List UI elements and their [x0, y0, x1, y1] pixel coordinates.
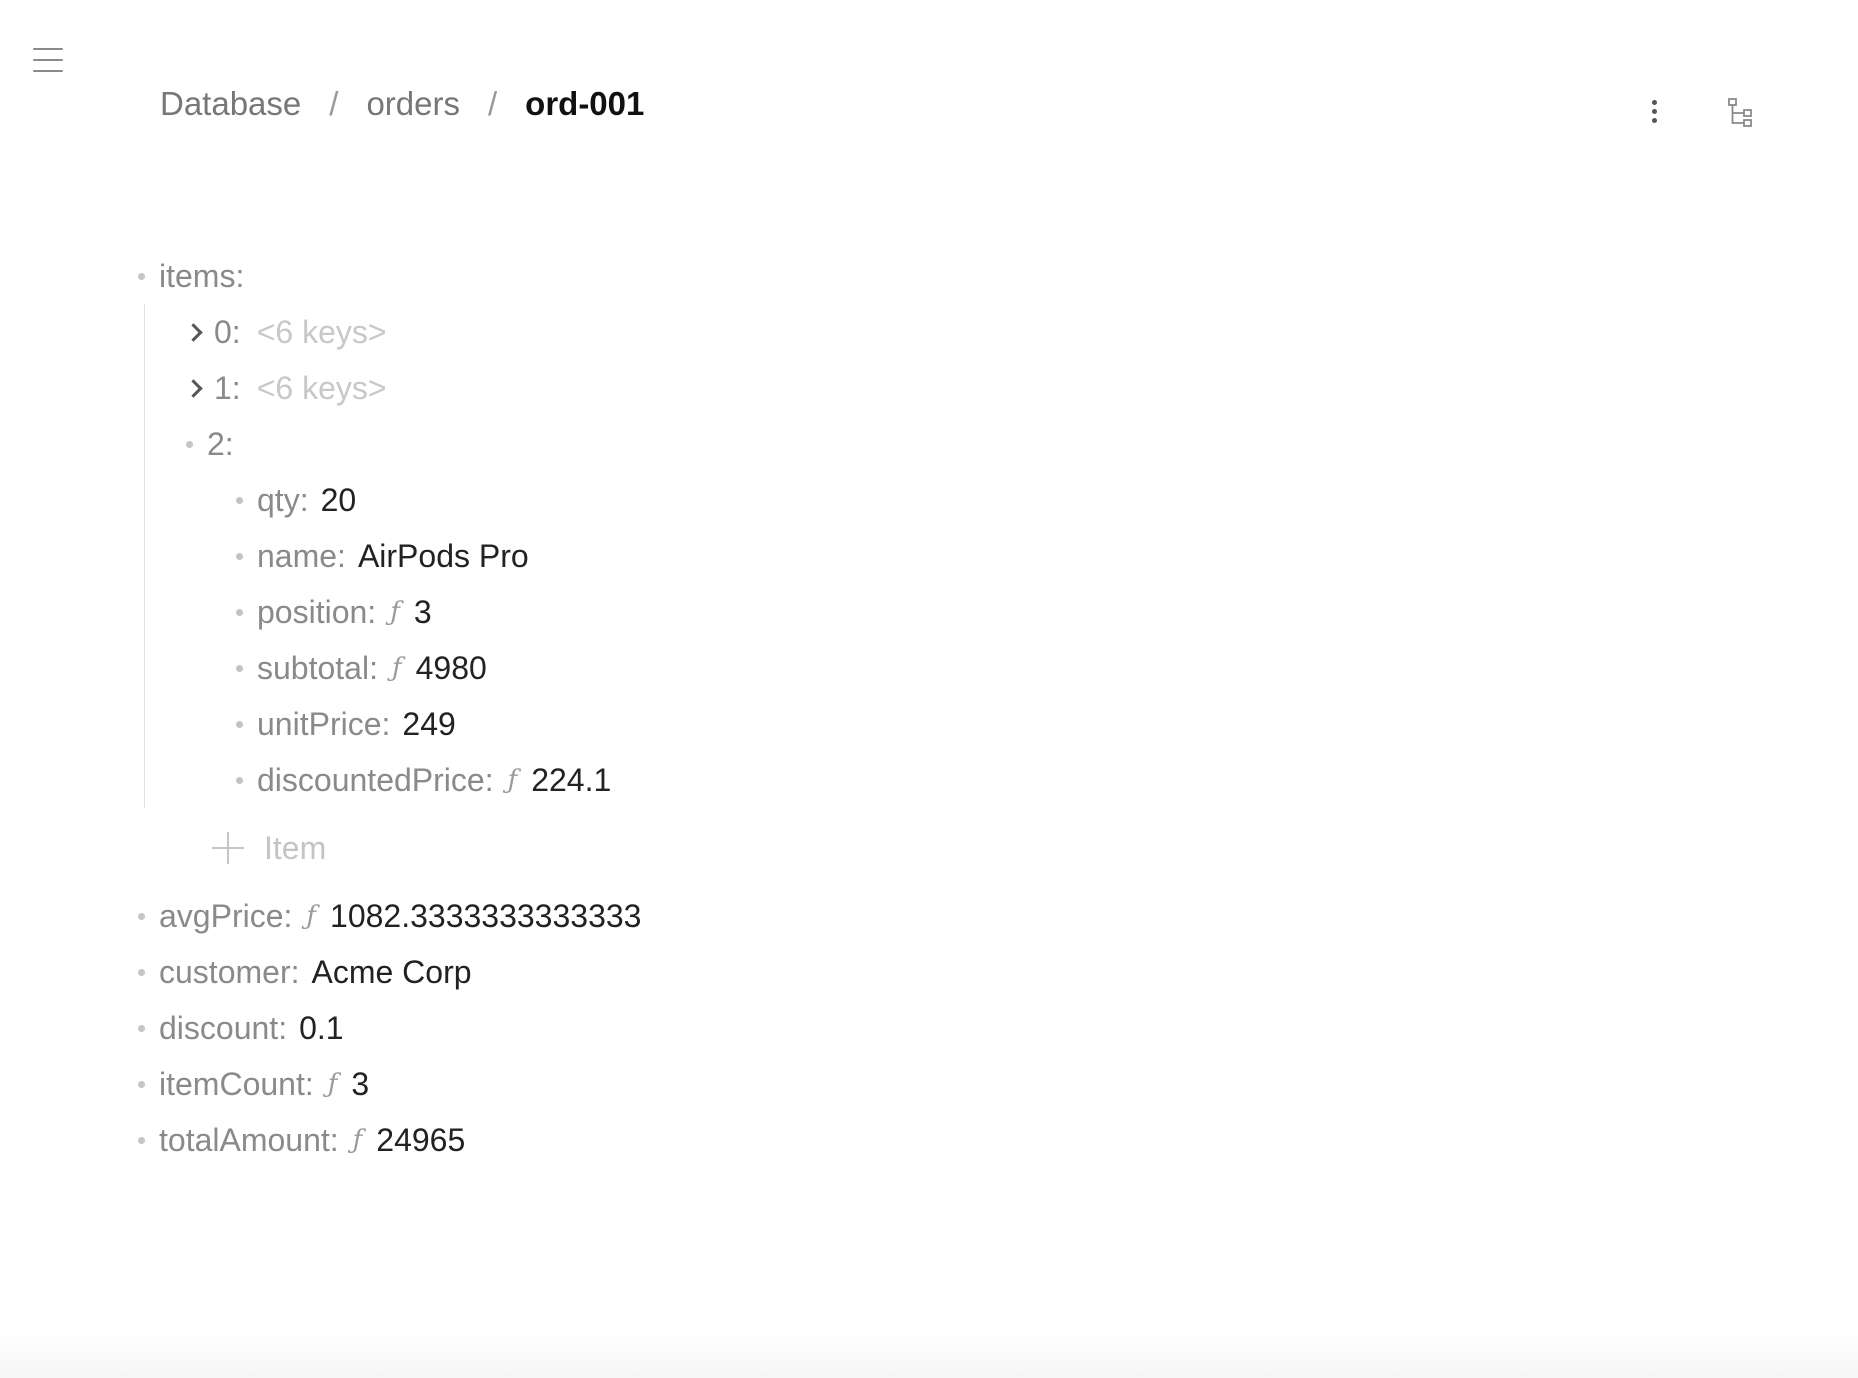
vertical-ellipsis-icon[interactable]: [1640, 94, 1668, 130]
field-key[interactable]: items:: [159, 256, 244, 296]
field-position: position: ƒ 3: [236, 592, 432, 632]
field-totalamount: totalAmount: ƒ 24965: [138, 1120, 465, 1160]
add-item-button[interactable]: Item: [212, 828, 326, 868]
computed-value: 1082.3333333333333: [330, 898, 642, 934]
computed-value: 24965: [376, 1122, 466, 1158]
breadcrumb-current-document: ord-001: [525, 85, 645, 122]
array-item-1[interactable]: 1: <6 keys>: [184, 368, 387, 408]
function-icon: ƒ: [507, 765, 518, 795]
field-key[interactable]: position:: [257, 592, 376, 632]
field-value[interactable]: 0.1: [299, 1008, 343, 1048]
tree-guide-line: [144, 304, 145, 808]
bottom-shadow: [0, 1328, 1858, 1378]
field-value[interactable]: Acme Corp: [311, 952, 471, 992]
function-icon: ƒ: [352, 1125, 363, 1155]
breadcrumb-orders[interactable]: orders: [366, 84, 460, 124]
tree-structure-icon[interactable]: [1726, 96, 1756, 128]
chevron-right-icon[interactable]: [184, 377, 206, 399]
add-item-label: Item: [264, 829, 327, 866]
field-key[interactable]: 1:: [214, 368, 241, 408]
array-item-2: 2:: [186, 424, 234, 464]
bullet-icon: [138, 912, 145, 920]
field-key[interactable]: unitPrice:: [257, 704, 390, 744]
field-key[interactable]: subtotal:: [257, 648, 378, 688]
field-qty: qty: 20: [236, 480, 356, 520]
field-customer: customer: Acme Corp: [138, 952, 472, 992]
field-subtotal: subtotal: ƒ 4980: [236, 648, 487, 688]
bullet-icon: [236, 664, 243, 672]
computed-value: 3: [351, 1066, 370, 1102]
field-value[interactable]: AirPods Pro: [358, 536, 529, 576]
field-key[interactable]: name:: [257, 536, 346, 576]
bullet-icon: [138, 1080, 145, 1088]
field-name: name: AirPods Pro: [236, 536, 529, 576]
function-icon: ƒ: [306, 901, 317, 931]
field-key[interactable]: 0:: [214, 312, 241, 352]
function-icon: ƒ: [327, 1069, 338, 1099]
document-page: Database / orders / ord-001 items: 0: <6…: [0, 0, 1858, 1378]
bullet-icon: [138, 272, 145, 280]
function-icon: ƒ: [391, 653, 402, 683]
plus-icon: [212, 832, 244, 864]
field-key[interactable]: customer:: [159, 952, 299, 992]
field-unitprice: unitPrice: 249: [236, 704, 456, 744]
collapsed-summary: <6 keys>: [256, 314, 387, 350]
field-discount: discount: 0.1: [138, 1008, 344, 1048]
field-items: items:: [138, 256, 244, 296]
bullet-icon: [186, 440, 193, 448]
array-item-0[interactable]: 0: <6 keys>: [184, 312, 387, 352]
breadcrumb-database[interactable]: Database: [160, 84, 301, 124]
function-icon: ƒ: [390, 597, 400, 627]
field-key[interactable]: qty:: [257, 480, 309, 520]
breadcrumb-separator: /: [487, 85, 498, 122]
collapsed-summary: <6 keys>: [256, 370, 387, 406]
field-key[interactable]: avgPrice:: [159, 896, 292, 936]
field-key[interactable]: discountedPrice:: [257, 760, 494, 800]
breadcrumb: Database / orders / ord-001: [160, 84, 644, 124]
field-key[interactable]: discount:: [159, 1008, 287, 1048]
field-avgprice: avgPrice: ƒ 1082.3333333333333: [138, 896, 641, 936]
bullet-icon: [236, 496, 243, 504]
bullet-icon: [236, 608, 243, 616]
field-key[interactable]: 2:: [207, 424, 234, 464]
bullet-icon: [236, 552, 243, 560]
bullet-icon: [236, 776, 243, 784]
computed-value: 4980: [415, 650, 487, 686]
bullet-icon: [138, 1024, 145, 1032]
bullet-icon: [236, 720, 243, 728]
computed-value: 3: [413, 594, 432, 630]
hamburger-menu-icon[interactable]: [30, 46, 66, 74]
field-value[interactable]: 20: [321, 480, 357, 520]
bullet-icon: [138, 1136, 145, 1144]
field-itemcount: itemCount: ƒ 3: [138, 1064, 369, 1104]
field-key[interactable]: totalAmount:: [159, 1120, 339, 1160]
field-value[interactable]: 249: [402, 704, 455, 744]
bullet-icon: [138, 968, 145, 976]
field-key[interactable]: itemCount:: [159, 1064, 314, 1104]
breadcrumb-separator: /: [329, 85, 339, 122]
computed-value: 224.1: [531, 762, 612, 798]
field-discountedprice: discountedPrice: ƒ 224.1: [236, 760, 611, 800]
chevron-right-icon[interactable]: [184, 321, 206, 343]
